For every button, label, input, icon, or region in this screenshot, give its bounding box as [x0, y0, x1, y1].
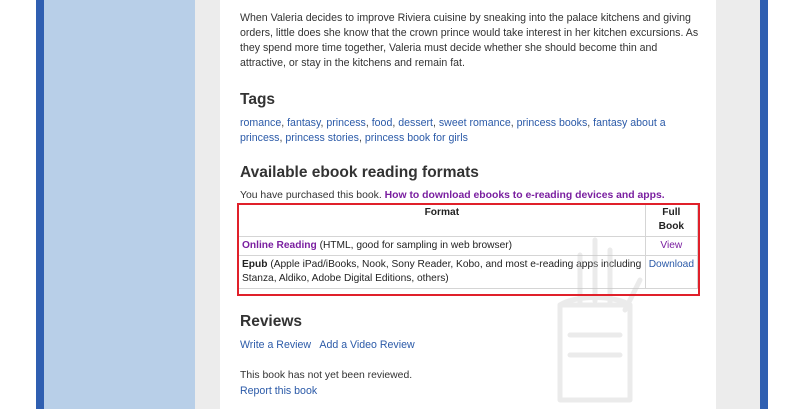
tag-link[interactable]: sweet romance	[439, 117, 511, 129]
view-link[interactable]: View	[660, 240, 682, 251]
tag-link[interactable]: princess stories	[285, 132, 359, 144]
add-video-review-link[interactable]: Add a Video Review	[319, 339, 414, 351]
page-margin-left	[0, 0, 36, 409]
book-description: When Valeria decides to improve Riviera …	[240, 12, 699, 69]
how-to-download-link[interactable]: How to download ebooks to e-reading devi…	[385, 190, 665, 201]
tag-link[interactable]: dessert	[398, 117, 433, 129]
action-cell: Download	[644, 255, 699, 289]
purchased-text: You have purchased this book.	[240, 190, 382, 201]
column-header-full-book: Full Book	[644, 203, 699, 237]
tag-link[interactable]: fantasy	[287, 117, 320, 129]
report-book-link[interactable]: Report this book	[240, 385, 317, 397]
review-actions: Write a Review Add a Video Review	[240, 339, 421, 351]
formats-heading: Available ebook reading formats	[240, 164, 479, 181]
report-book: Report this book	[240, 385, 317, 397]
content-inner: When Valeria decides to improve Riviera …	[238, 0, 700, 397]
format-name-epub: Epub	[242, 259, 268, 270]
tags-list: romance, fantasy, princess, food, desser…	[240, 117, 666, 144]
download-link[interactable]: Download	[649, 259, 694, 270]
tag-link[interactable]: romance	[240, 117, 281, 129]
left-sidebar-panel	[44, 0, 195, 409]
tags-heading: Tags	[240, 91, 276, 108]
format-detail: (HTML, good for sampling in web browser)	[319, 240, 513, 251]
write-review-link[interactable]: Write a Review	[240, 339, 311, 351]
tag-link[interactable]: princess book for girls	[365, 132, 468, 144]
no-reviews-text: This book has not yet been reviewed.	[240, 370, 413, 381]
reviews-heading: Reviews	[240, 313, 303, 330]
left-sidebar	[36, 0, 195, 409]
tag-link[interactable]: food	[372, 117, 393, 129]
tag-link[interactable]: princess	[326, 117, 365, 129]
tag-link[interactable]: princess books	[517, 117, 588, 129]
right-border	[760, 0, 768, 409]
action-cell: View	[644, 236, 699, 256]
book-hand-watermark-icon	[557, 237, 643, 403]
format-name-online-reading[interactable]: Online Reading	[242, 240, 317, 251]
purchased-notice: You have purchased this book. How to dow…	[240, 190, 665, 201]
